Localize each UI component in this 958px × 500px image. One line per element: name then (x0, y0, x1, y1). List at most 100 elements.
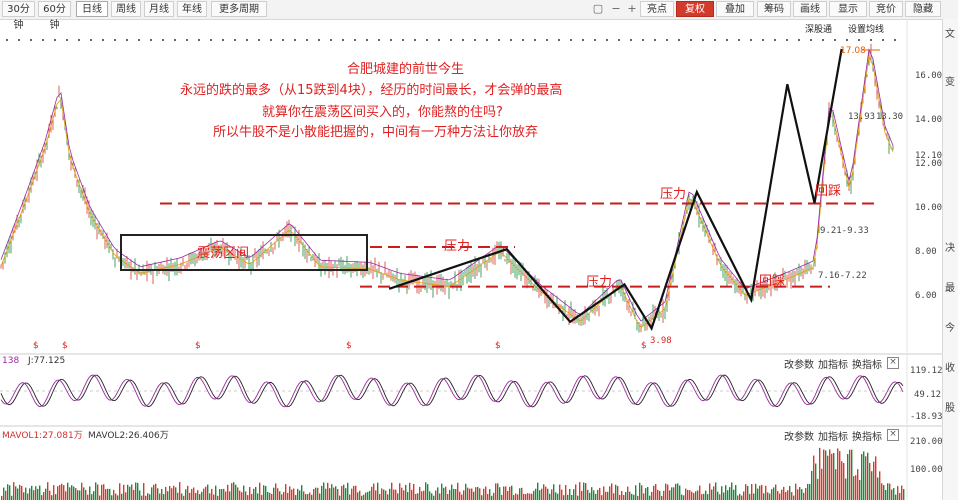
add-indicator-button[interactable]: 加指标 (818, 428, 848, 443)
right-side-panel[interactable]: 文 变 决 最 今 收 股 (942, 19, 958, 500)
volume-bar (653, 485, 655, 500)
volume-bar (885, 489, 887, 500)
volume-bar (315, 487, 317, 500)
volume-bar (871, 471, 873, 500)
period-week-button[interactable]: 周线 (111, 1, 141, 17)
volume-bar (401, 487, 403, 500)
dividend-mark: $ (495, 341, 501, 351)
volume-bar (479, 488, 481, 500)
volume-bar (875, 456, 877, 500)
bag-icon[interactable]: ▢ (590, 1, 606, 17)
volume-bar (3, 487, 5, 500)
volume-bar (129, 486, 131, 500)
y-tick: 6.00 (915, 291, 937, 301)
volume-bar (675, 483, 677, 500)
volume-bar (431, 493, 433, 500)
date-marker (846, 39, 848, 41)
edit-params-button[interactable]: 改参数 (784, 428, 814, 443)
highlight-button[interactable]: 亮点 (640, 1, 674, 17)
chips-button[interactable]: 筹码 (757, 1, 791, 17)
overlay-button[interactable]: 叠加 (716, 1, 754, 17)
volume-bar (115, 493, 117, 500)
volume-bar (793, 495, 795, 500)
zoom-out-icon[interactable]: − (608, 1, 624, 17)
volume-bar (109, 488, 111, 500)
date-marker (882, 39, 884, 41)
switch-indicator-button[interactable]: 换指标 (852, 428, 882, 443)
date-marker (186, 39, 188, 41)
range-label-2: 7.16-7.22 (818, 271, 867, 281)
date-marker (762, 39, 764, 41)
date-marker (174, 39, 176, 41)
volume-bar (701, 494, 703, 500)
volume-bar (415, 493, 417, 500)
volume-bar (839, 451, 841, 500)
period-year-button[interactable]: 年线 (177, 1, 207, 17)
close-icon[interactable]: × (887, 357, 899, 369)
volume-bar (499, 487, 501, 500)
volume-bar (405, 484, 407, 500)
display-button[interactable]: 显示 (829, 1, 867, 17)
volume-bar (617, 486, 619, 500)
volume-bar (325, 488, 327, 500)
period-month-button[interactable]: 月线 (144, 1, 174, 17)
volume-bar (637, 495, 639, 500)
period-60min-button[interactable]: 60分钟 (38, 1, 71, 31)
restore-rights-button[interactable]: 复权 (676, 1, 714, 17)
more-periods-button[interactable]: 更多周期 (211, 1, 267, 17)
hide-button[interactable]: 隐藏 (905, 1, 941, 17)
volume-bar (467, 487, 469, 500)
volume-bar (11, 495, 13, 500)
volume-bar (177, 492, 179, 500)
period-30min-button[interactable]: 30分钟 (2, 1, 35, 31)
volume-bar (599, 487, 601, 500)
volume-bar (591, 487, 593, 500)
volume-bar (221, 489, 223, 500)
volume-bar (183, 495, 185, 500)
volume-bar (265, 485, 267, 500)
volume-bar (319, 493, 321, 500)
date-marker (258, 39, 260, 41)
volume-bar (717, 491, 719, 500)
volume-bar (661, 495, 663, 500)
volume-bar (601, 495, 603, 500)
indicator-j-value: J:77.125 (28, 356, 66, 366)
volume-bar (713, 486, 715, 500)
date-marker (366, 39, 368, 41)
date-marker (522, 39, 524, 41)
bidding-button[interactable]: 竞价 (869, 1, 903, 17)
close-icon[interactable]: × (887, 429, 899, 441)
volume-bar (887, 483, 889, 500)
volume-bar (613, 493, 615, 500)
volume-bar (485, 486, 487, 500)
volume-bar (511, 485, 513, 500)
volume-bar (765, 485, 767, 500)
date-marker (30, 39, 32, 41)
date-marker (306, 39, 308, 41)
date-marker (270, 39, 272, 41)
volume-bar (233, 482, 235, 500)
volume-bar (791, 492, 793, 500)
volume-bar (521, 487, 523, 500)
mid-price-label-2: 13.30 (876, 112, 904, 122)
zoom-in-icon[interactable]: + (624, 1, 640, 17)
volume-bar (597, 489, 599, 500)
add-indicator-button[interactable]: 加指标 (818, 356, 848, 371)
volume-bar (211, 488, 213, 500)
volume-bar (819, 447, 821, 500)
volume-bar (577, 495, 579, 500)
volume-bar (21, 485, 23, 500)
volume-bar (759, 485, 761, 500)
volume-bar (721, 486, 723, 500)
switch-indicator-button[interactable]: 换指标 (852, 356, 882, 371)
volume-bar (389, 488, 391, 500)
volume-bar (373, 483, 375, 500)
period-day-button[interactable]: 日线 (76, 1, 108, 17)
volume-bar (175, 487, 177, 500)
edit-params-button[interactable]: 改参数 (784, 356, 814, 371)
volume-bar (155, 483, 157, 500)
volume-bar (273, 487, 275, 500)
date-marker (798, 39, 800, 41)
volume-bar (563, 495, 565, 500)
draw-line-button[interactable]: 画线 (793, 1, 827, 17)
